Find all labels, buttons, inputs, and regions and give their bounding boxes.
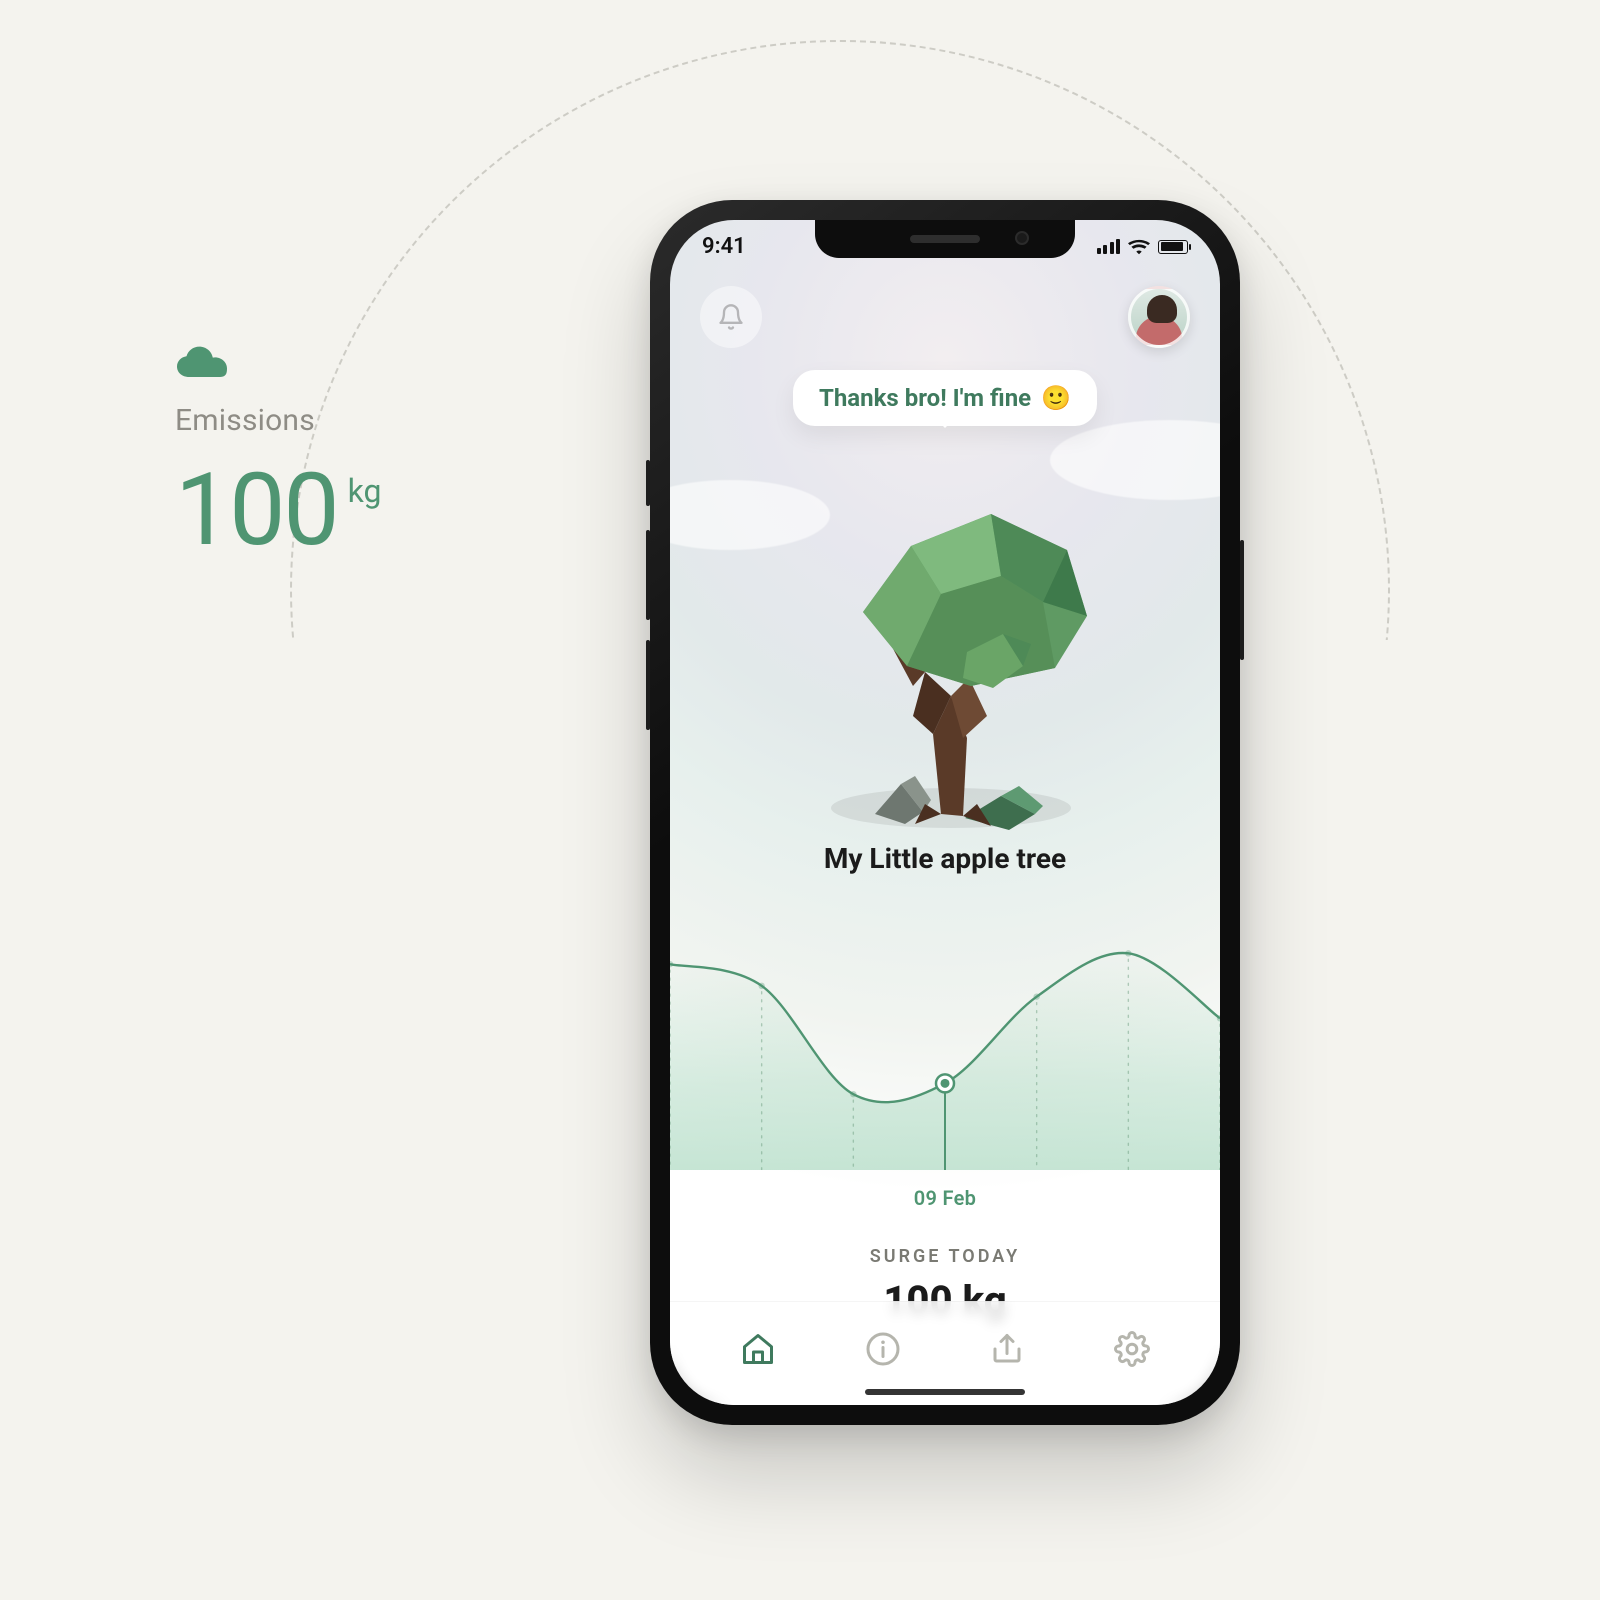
phone-front-camera <box>1015 231 1029 245</box>
surge-caption: SURGE TODAY <box>670 1246 1220 1267</box>
phone-speaker <box>910 235 980 243</box>
home-indicator <box>865 1389 1025 1395</box>
nav-home[interactable] <box>740 1331 776 1371</box>
emissions-value: 100 <box>175 466 338 556</box>
tree-illustration[interactable] <box>670 416 1220 846</box>
battery-icon <box>1158 240 1188 254</box>
phone-volume-down <box>646 640 650 730</box>
notifications-button[interactable] <box>700 286 762 348</box>
cloud-icon <box>175 345 381 385</box>
share-icon <box>989 1331 1025 1367</box>
phone-mute-switch <box>646 460 650 506</box>
status-time: 9:41 <box>702 234 746 259</box>
wifi-icon <box>1128 239 1150 255</box>
smile-emoji-icon: 🙂 <box>1041 384 1071 412</box>
emissions-label: Emissions <box>175 403 381 438</box>
cellular-icon <box>1097 239 1121 254</box>
phone-screen: 9:41 Thanks bro! I'm fine 🙂 <box>670 220 1220 1405</box>
tree-name: My Little apple tree <box>670 842 1220 875</box>
avatar[interactable] <box>1128 286 1190 348</box>
phone-volume-up <box>646 530 650 620</box>
bell-icon <box>717 303 745 331</box>
gear-icon <box>1114 1331 1150 1367</box>
phone-power-button <box>1240 540 1244 660</box>
emissions-callout: Emissions 100 kg <box>175 345 381 556</box>
phone-notch <box>815 220 1075 258</box>
nav-info[interactable] <box>865 1331 901 1371</box>
selected-date-label: 09 Feb <box>670 1186 1220 1210</box>
emissions-chart[interactable] <box>670 910 1220 1170</box>
home-icon <box>740 1331 776 1367</box>
nav-settings[interactable] <box>1114 1331 1150 1371</box>
bubble-text: Thanks bro! I'm fine <box>819 384 1031 412</box>
nav-share[interactable] <box>989 1331 1025 1371</box>
tree-speech-bubble: Thanks bro! I'm fine 🙂 <box>793 370 1097 426</box>
emissions-unit: kg <box>348 472 382 510</box>
phone-mockup: 9:41 Thanks bro! I'm fine 🙂 <box>650 200 1240 1425</box>
info-icon <box>865 1331 901 1367</box>
